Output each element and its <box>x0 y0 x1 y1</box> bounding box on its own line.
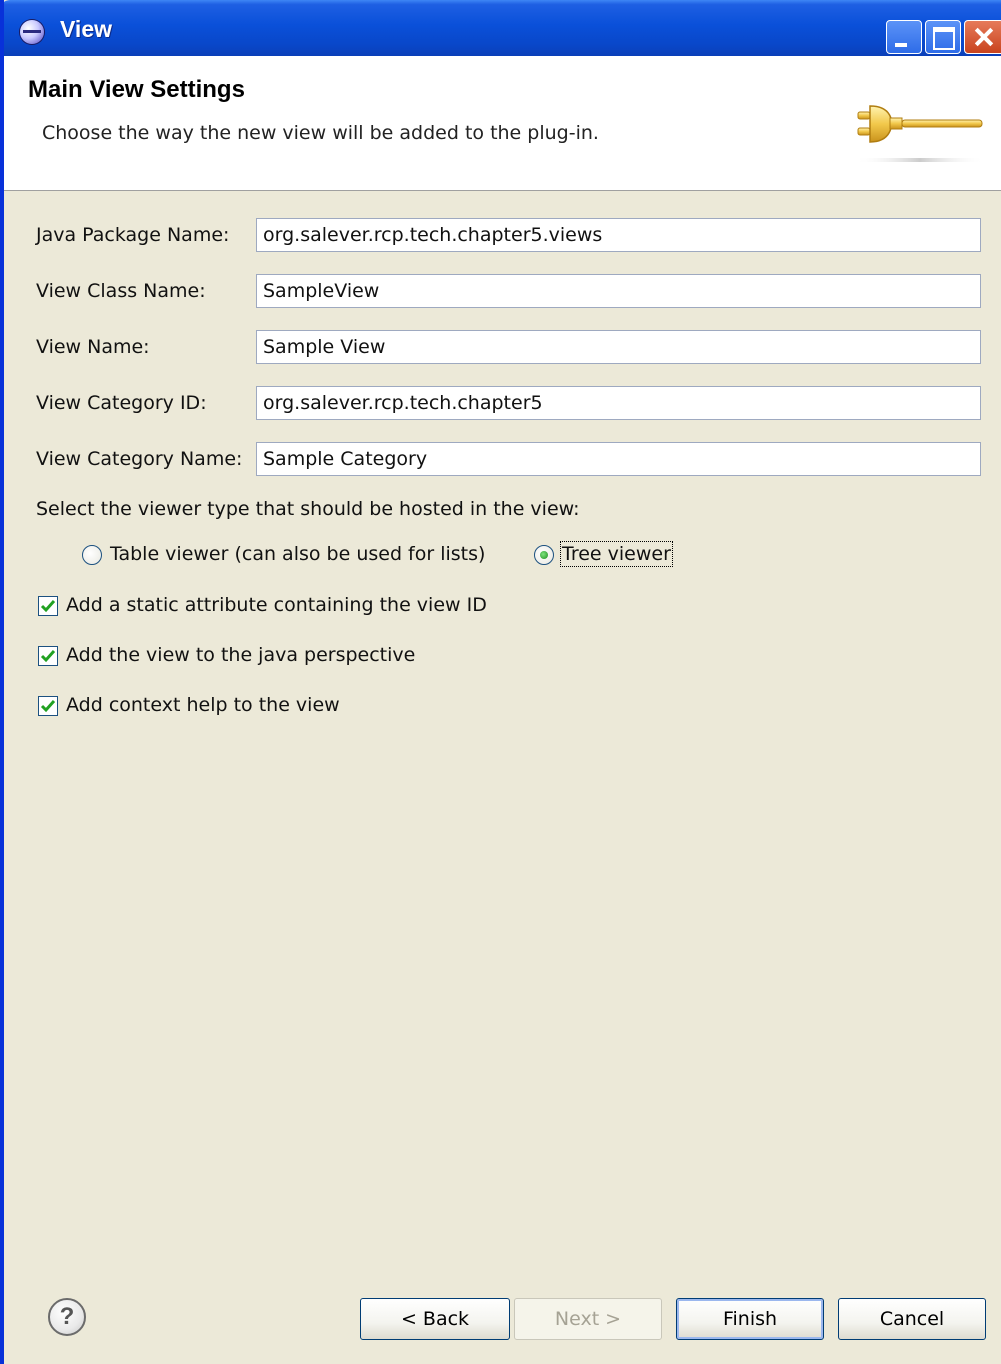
view-name-label: View Name: <box>36 336 150 358</box>
static-attribute-label[interactable]: Add a static attribute containing the vi… <box>66 594 487 616</box>
tree-viewer-label[interactable]: Tree viewer <box>560 541 673 567</box>
table-viewer-label[interactable]: Table viewer (can also be used for lists… <box>110 543 485 565</box>
checkmark-icon <box>40 700 56 713</box>
view-category-id-input[interactable]: org.salever.rcp.tech.chapter5 <box>256 386 981 420</box>
cancel-button[interactable]: Cancel <box>838 1298 986 1340</box>
context-help-label[interactable]: Add context help to the view <box>66 694 340 716</box>
next-button[interactable]: Next > <box>514 1298 662 1340</box>
table-viewer-radio[interactable] <box>82 545 102 565</box>
static-attribute-checkbox[interactable] <box>38 596 58 616</box>
checkmark-icon <box>40 600 56 613</box>
checkmark-icon <box>40 650 56 663</box>
view-class-name-input[interactable]: SampleView <box>256 274 981 308</box>
view-category-id-label: View Category ID: <box>36 392 207 414</box>
view-category-name-input[interactable]: Sample Category <box>256 442 981 476</box>
eclipse-icon <box>20 20 44 44</box>
viewer-type-prompt: Select the viewer type that should be ho… <box>36 498 580 520</box>
view-class-name-label: View Class Name: <box>36 280 206 302</box>
window-title: View <box>60 16 112 42</box>
title-bar[interactable]: View <box>4 0 1001 56</box>
context-help-checkbox[interactable] <box>38 696 58 716</box>
help-icon[interactable]: ? <box>48 1298 86 1336</box>
radio-dot <box>540 551 548 559</box>
view-name-input[interactable]: Sample View <box>256 330 981 364</box>
view-wizard-dialog: View Main View Settings Choose the way t… <box>0 0 1001 1364</box>
java-perspective-checkbox[interactable] <box>38 646 58 666</box>
close-button[interactable] <box>964 20 1001 54</box>
tree-viewer-radio[interactable] <box>534 545 554 565</box>
page-title: Main View Settings <box>28 76 245 103</box>
back-button[interactable]: < Back <box>360 1298 510 1340</box>
java-package-name-label: Java Package Name: <box>36 224 230 246</box>
java-perspective-label[interactable]: Add the view to the java perspective <box>66 644 415 666</box>
view-category-name-label: View Category Name: <box>36 448 243 470</box>
finish-button[interactable]: Finish <box>676 1298 824 1340</box>
java-package-name-input[interactable]: org.salever.rcp.tech.chapter5.views <box>256 218 981 252</box>
maximize-button[interactable] <box>925 20 961 54</box>
minimize-button[interactable] <box>886 20 922 54</box>
page-description: Choose the way the new view will be adde… <box>42 122 599 144</box>
wizard-header: Main View Settings Choose the way the ne… <box>4 56 1001 191</box>
plug-in-icon <box>855 105 985 162</box>
